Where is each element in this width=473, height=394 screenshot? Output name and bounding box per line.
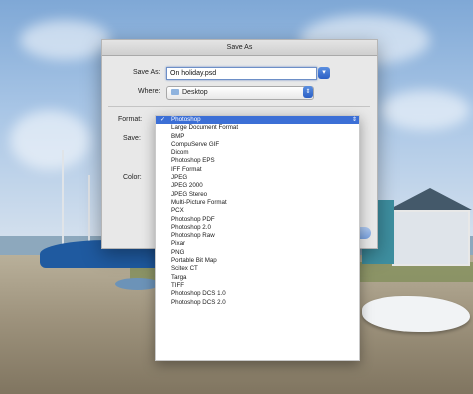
cloud [20, 20, 110, 60]
menu-item-photoshop-raw[interactable]: Photoshop Raw [156, 232, 359, 240]
cloud [10, 110, 90, 170]
expand-dialog-button[interactable]: ▾ [318, 67, 330, 79]
boat-mast [88, 175, 90, 245]
menu-item-pixar[interactable]: Pixar [156, 240, 359, 248]
updown-arrows-icon: ⇕ [351, 117, 357, 123]
color-label: Color: [123, 174, 142, 181]
menu-item-photoshop[interactable]: ✓ Photoshop ⇕ [156, 116, 359, 125]
small-boat [115, 278, 160, 290]
format-dropdown-menu: ✓ Photoshop ⇕ Large Document Format BMP … [155, 115, 360, 361]
menu-item-jpeg-2000[interactable]: JPEG 2000 [156, 182, 359, 190]
menu-item-photoshop-eps[interactable]: Photoshop EPS [156, 157, 359, 165]
menu-item-photoshop-dcs-2-0[interactable]: Photoshop DCS 2.0 [156, 299, 359, 307]
menu-item-compuserve-gif[interactable]: CompuServe GIF [156, 141, 359, 149]
folder-icon [171, 89, 179, 96]
updown-arrows-icon: ⇕ [303, 86, 313, 98]
boat-mast [62, 150, 64, 245]
menu-item-large-document-format[interactable]: Large Document Format [156, 124, 359, 132]
filename-input[interactable]: On holiday.psd [166, 67, 317, 80]
menu-item-dicom[interactable]: Dicom [156, 149, 359, 157]
checkmark-icon: ✓ [160, 116, 166, 123]
beach-hut-roof [388, 188, 472, 210]
menu-item-jpeg[interactable]: JPEG [156, 174, 359, 182]
menu-item-multi-picture-format[interactable]: Multi-Picture Format [156, 199, 359, 207]
menu-item-png[interactable]: PNG [156, 249, 359, 257]
menu-item-photoshop-dcs-1-0[interactable]: Photoshop DCS 1.0 [156, 290, 359, 298]
chevron-down-icon: ▾ [322, 69, 326, 76]
menu-item-portable-bit-map[interactable]: Portable Bit Map [156, 257, 359, 265]
cloud [380, 90, 470, 130]
where-select[interactable]: Desktop ⇕ [166, 86, 314, 100]
save-options-label: Save: [123, 135, 141, 142]
menu-item-tiff[interactable]: TIFF [156, 282, 359, 290]
menu-item-bmp[interactable]: BMP [156, 133, 359, 141]
menu-item-targa[interactable]: Targa [156, 274, 359, 282]
menu-item-iff-format[interactable]: IFF Format [156, 166, 359, 174]
beach-hut [392, 210, 470, 266]
format-label: Format: [118, 116, 143, 123]
dialog-title: Save As [102, 40, 377, 56]
where-label: Where: [138, 88, 161, 95]
save-as-label: Save As: [133, 69, 161, 76]
menu-item-scitex-ct[interactable]: Scitex CT [156, 265, 359, 273]
menu-item-jpeg-stereo[interactable]: JPEG Stereo [156, 191, 359, 199]
menu-item-photoshop-pdf[interactable]: Photoshop PDF [156, 216, 359, 224]
menu-item-photoshop-2-0[interactable]: Photoshop 2.0 [156, 224, 359, 232]
menu-item-pcx[interactable]: PCX [156, 207, 359, 215]
separator [108, 106, 370, 107]
where-value: Desktop [182, 89, 208, 96]
